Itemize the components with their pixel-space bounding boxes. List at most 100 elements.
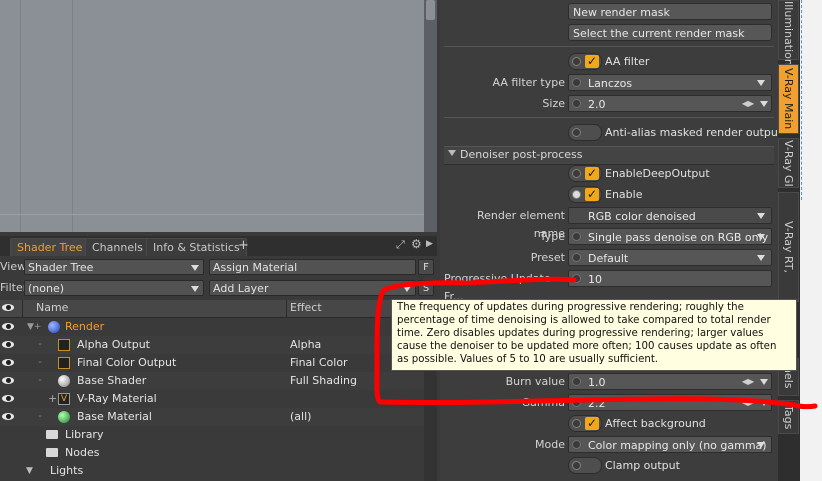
channel-radio-icon bbox=[572, 232, 581, 241]
viewport-scroll-thumb[interactable] bbox=[426, 0, 435, 20]
add-tab-button[interactable]: + bbox=[238, 238, 249, 253]
gamma-label: Gamma bbox=[521, 396, 565, 409]
filter-row: Filter (none) Add Layer S bbox=[0, 279, 437, 299]
gamma-field[interactable]: 2.2 ◀▶ bbox=[568, 394, 772, 411]
tree-row-effect: Alpha bbox=[290, 338, 322, 351]
tree-row-vray-material[interactable]: + V V-Ray Material bbox=[0, 390, 424, 408]
viewport-3d[interactable] bbox=[0, 0, 437, 232]
folder-icon bbox=[46, 430, 58, 439]
visibility-eye-icon[interactable] bbox=[2, 394, 14, 403]
tree-row-final-color-output[interactable]: ⁃ Final Color Output Final Color bbox=[0, 354, 424, 372]
burn-value-field[interactable]: 1.0 ◀▶ bbox=[568, 373, 772, 390]
menu-arrow-icon[interactable]: ▶ bbox=[426, 239, 433, 249]
add-layer-label: Add Layer bbox=[213, 282, 269, 295]
spinner-arrows-icon[interactable]: ◀▶ bbox=[741, 397, 755, 408]
f-button[interactable]: F bbox=[418, 259, 434, 275]
enable-deep-output-label: EnableDeepOutput bbox=[605, 167, 710, 180]
enable-deep-output-checkbox[interactable]: ✓ bbox=[568, 165, 602, 182]
mode-dropdown[interactable]: Color mapping only (no gamma) bbox=[568, 436, 772, 453]
aa-filter-type-dropdown[interactable]: Lanczos bbox=[568, 74, 772, 91]
tree-row-label: Lights bbox=[50, 464, 84, 477]
output-icon bbox=[58, 339, 70, 351]
anti-alias-masked-checkbox[interactable] bbox=[568, 124, 602, 141]
tree-row-render[interactable]: ▼+ Render bbox=[0, 318, 424, 336]
type-dropdown[interactable]: Single pass denoise on RGB only bbox=[568, 228, 772, 245]
output-icon bbox=[58, 357, 70, 369]
channel-radio-icon bbox=[572, 99, 581, 108]
add-layer-dropdown[interactable]: Add Layer bbox=[209, 280, 416, 296]
grid-line bbox=[20, 0, 21, 232]
tab-vray-gi[interactable]: V-Ray GI bbox=[778, 138, 799, 188]
tree-row-library[interactable]: Library bbox=[0, 426, 424, 444]
channel-radio-icon bbox=[572, 440, 581, 449]
channel-radio-icon bbox=[572, 190, 581, 199]
assign-material-button[interactable]: Assign Material bbox=[209, 259, 416, 275]
tab-channels[interactable]: Channels bbox=[85, 238, 150, 256]
progressive-update-field[interactable]: 10 bbox=[568, 270, 772, 287]
tree-row-base-shader[interactable]: ⁃ Base Shader Full Shading bbox=[0, 372, 424, 390]
chevron-down-icon bbox=[757, 80, 765, 86]
denoiser-section-header[interactable]: Denoiser post-process bbox=[444, 146, 774, 165]
chevron-down-icon bbox=[757, 442, 765, 448]
visibility-eye-icon[interactable] bbox=[2, 412, 14, 421]
visibility-eye-icon[interactable] bbox=[2, 303, 14, 312]
spinner-arrows-icon[interactable]: ◀▶ bbox=[741, 376, 755, 387]
visibility-eye-icon[interactable] bbox=[2, 376, 14, 385]
tree-row-nodes[interactable]: Nodes bbox=[0, 444, 424, 462]
spinner-arrows-icon[interactable]: ◀▶ bbox=[741, 98, 755, 109]
tree-row-alpha-output[interactable]: ⁃ Alpha Output Alpha bbox=[0, 336, 424, 354]
tab-vray-main[interactable]: V-Ray Main bbox=[778, 64, 799, 134]
chevron-down-icon bbox=[757, 213, 765, 219]
new-render-mask-button[interactable]: New render mask bbox=[568, 3, 772, 20]
tab-illumination[interactable]: Illumination bbox=[778, 0, 799, 66]
channel-radio-icon bbox=[572, 377, 581, 386]
expand-triangle-icon[interactable]: ▼ bbox=[26, 462, 33, 480]
visibility-eye-icon[interactable] bbox=[2, 358, 14, 367]
enable-checkbox[interactable]: ✓ bbox=[568, 186, 602, 203]
tree-row-label: Base Shader bbox=[77, 374, 147, 387]
filter-dropdown[interactable]: (none) bbox=[24, 280, 204, 296]
checkmark-icon: ✓ bbox=[585, 416, 599, 430]
gear-icon[interactable]: ⚙ bbox=[411, 237, 422, 251]
channel-radio-icon bbox=[572, 78, 581, 87]
visibility-eye-icon[interactable] bbox=[2, 322, 14, 331]
render-element-dropdown[interactable]: RGB color denoised bbox=[568, 207, 772, 224]
tab-info-statistics[interactable]: Info & Statistics bbox=[146, 238, 247, 256]
preset-dropdown[interactable]: Default bbox=[568, 249, 772, 266]
divider bbox=[444, 117, 774, 118]
vertical-tab-strip: Illumination V-Ray Main V-Ray GI V-Ray R… bbox=[778, 0, 800, 481]
s-button[interactable]: S bbox=[418, 280, 434, 296]
tree-row-base-material[interactable]: ⁃ Base Material (all) bbox=[0, 408, 424, 426]
chevron-down-icon[interactable] bbox=[760, 379, 768, 385]
channel-radio-icon bbox=[572, 419, 581, 428]
visibility-eye-icon[interactable] bbox=[2, 340, 14, 349]
tab-tags[interactable]: Tags bbox=[778, 400, 799, 434]
tree-connector-icon: ⁃ bbox=[38, 358, 42, 367]
size-field[interactable]: 2.0 ◀▶ bbox=[568, 95, 772, 112]
affect-background-checkbox[interactable]: ✓ bbox=[568, 415, 602, 432]
expand-icon[interactable]: ⤢ bbox=[396, 238, 405, 252]
aa-filter-checkbox[interactable]: ✓ bbox=[568, 53, 602, 70]
tab-vray-rt-performance[interactable]: V-Ray RT, Performance bbox=[778, 192, 799, 302]
checkmark-icon: ✓ bbox=[585, 54, 599, 68]
clamp-output-checkbox[interactable] bbox=[568, 457, 602, 474]
collapse-triangle-icon[interactable] bbox=[448, 150, 456, 156]
checkmark-icon: ✓ bbox=[585, 187, 599, 201]
aa-filter-label: AA filter bbox=[605, 55, 650, 68]
view-dropdown[interactable]: Shader Tree bbox=[24, 259, 204, 275]
expand-plus-icon[interactable]: + bbox=[48, 390, 57, 408]
viewport-scrollbar[interactable] bbox=[424, 0, 437, 232]
assign-material-label: Assign Material bbox=[213, 261, 298, 274]
tab-shader-tree[interactable]: Shader Tree bbox=[10, 238, 90, 256]
tree-row-label: Render bbox=[65, 320, 105, 333]
tree-row-lights[interactable]: ▼ Lights bbox=[0, 462, 424, 480]
expand-triangle-icon[interactable]: ▼+ bbox=[27, 318, 41, 336]
select-render-mask-button[interactable]: Select the current render mask bbox=[568, 24, 772, 41]
preset-value: Default bbox=[588, 252, 629, 265]
tree-row-label: Alpha Output bbox=[77, 338, 150, 351]
tree-connector-icon: ⁃ bbox=[38, 376, 42, 385]
chevron-down-icon[interactable] bbox=[760, 101, 768, 107]
column-name-header[interactable]: Name bbox=[36, 301, 68, 314]
column-effect-header[interactable]: Effect bbox=[290, 301, 322, 314]
chevron-down-icon[interactable] bbox=[760, 400, 768, 406]
